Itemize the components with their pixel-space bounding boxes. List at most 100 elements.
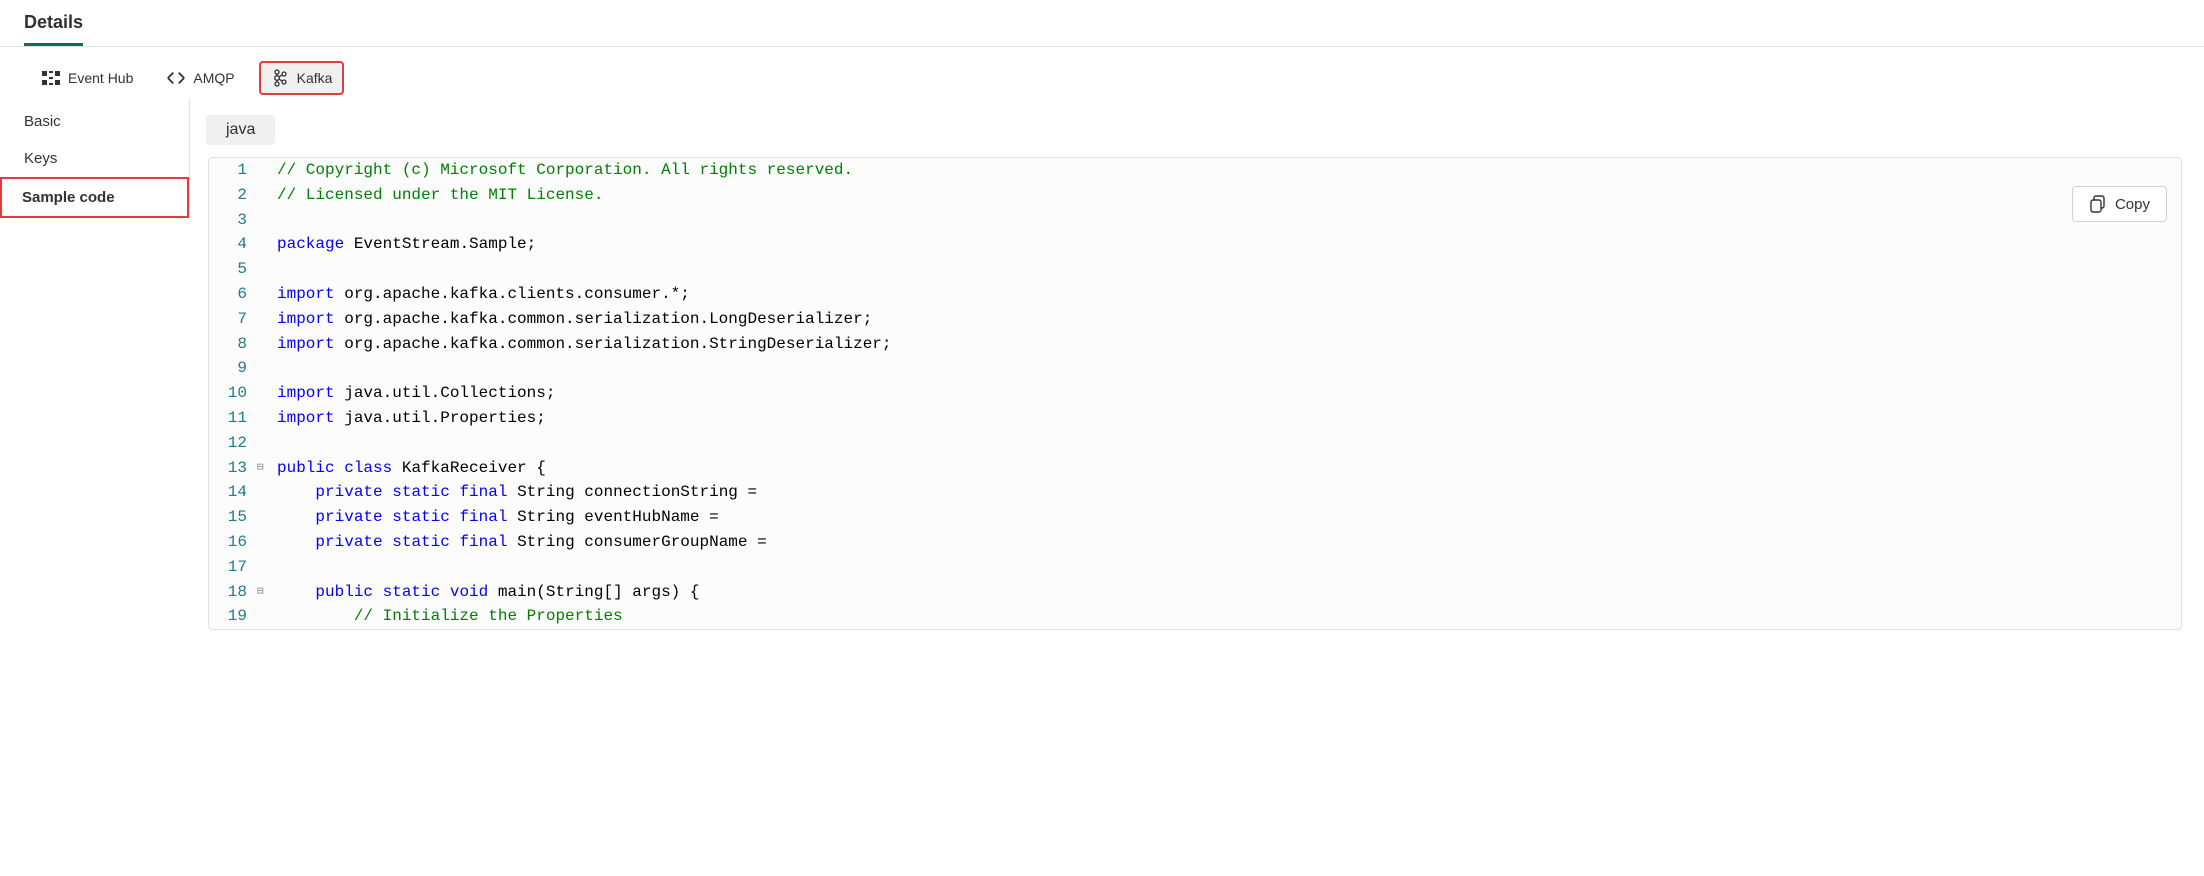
code-line: 4 package EventStream.Sample; <box>209 232 2181 257</box>
language-badge[interactable]: java <box>206 115 275 145</box>
line-number: 15 <box>209 505 257 530</box>
line-number: 3 <box>209 208 257 233</box>
protocol-label: AMQP <box>193 70 234 86</box>
code-line: 2 // Licensed under the MIT License. <box>209 183 2181 208</box>
line-number: 19 <box>209 604 257 629</box>
code-content[interactable]: import org.apache.kafka.common.serializa… <box>275 332 2181 357</box>
sidebar-item-label: Basic <box>24 113 61 130</box>
code-line: 7import org.apache.kafka.common.serializ… <box>209 307 2181 332</box>
code-line: 12 <box>209 431 2181 456</box>
line-number: 2 <box>209 183 257 208</box>
protocol-tab-amqp[interactable]: AMQP <box>157 63 244 93</box>
protocol-tab-eventhub[interactable]: Event Hub <box>32 63 143 93</box>
left-column: Basic Keys Sample code <box>0 47 190 630</box>
sidebar-item-label: Sample code <box>22 189 115 206</box>
code-line: 11 import java.util.Properties; <box>209 406 2181 431</box>
fold-toggle <box>257 604 275 629</box>
code-line: 16 private static final String consumerG… <box>209 530 2181 555</box>
code-content[interactable]: import java.util.Properties; <box>275 406 2181 431</box>
fold-toggle <box>257 505 275 530</box>
line-number: 9 <box>209 356 257 381</box>
code-line: 14 private static final String connectio… <box>209 480 2181 505</box>
code-content[interactable]: public class KafkaReceiver { <box>275 456 2181 481</box>
sidebar-item-label: Keys <box>24 150 57 167</box>
kafka-icon <box>271 69 289 87</box>
code-line: 13⊟public class KafkaReceiver { <box>209 456 2181 481</box>
code-content[interactable]: import java.util.Collections; <box>275 381 2181 406</box>
fold-toggle <box>257 480 275 505</box>
code-line: 18⊟ public static void main(String[] arg… <box>209 580 2181 605</box>
code-content[interactable] <box>275 431 2181 456</box>
code-line: 17 <box>209 555 2181 580</box>
line-number: 6 <box>209 282 257 307</box>
line-number: 13 <box>209 456 257 481</box>
line-number: 11 <box>209 406 257 431</box>
fold-toggle <box>257 356 275 381</box>
code-content[interactable]: // Initialize the Properties <box>275 604 2181 629</box>
protocol-label: Kafka <box>297 70 333 86</box>
code-line: 8 import org.apache.kafka.common.serializ… <box>209 332 2181 357</box>
code-content[interactable]: private static final String connectionSt… <box>275 480 2181 505</box>
fold-toggle <box>257 282 275 307</box>
code-content[interactable]: public static void main(String[] args) { <box>275 580 2181 605</box>
page-header: Details <box>0 0 2204 47</box>
code-line: 10 import java.util.Collections; <box>209 381 2181 406</box>
code-content[interactable] <box>275 208 2181 233</box>
line-number: 8 <box>209 332 257 357</box>
eventhub-icon <box>42 69 60 87</box>
fold-toggle <box>257 332 275 357</box>
code-line: 15 private static final String eventHubN… <box>209 505 2181 530</box>
code-content[interactable]: package EventStream.Sample; <box>275 232 2181 257</box>
content-area: Basic Keys Sample code Event Hub <box>0 47 2204 630</box>
line-number: 12 <box>209 431 257 456</box>
code-content[interactable] <box>275 257 2181 282</box>
fold-toggle <box>257 555 275 580</box>
code-editor: Copy 1 // Copyright (c) Microsoft Corpora… <box>208 157 2182 630</box>
fold-toggle <box>257 307 275 332</box>
fold-toggle <box>257 257 275 282</box>
amqp-icon <box>167 69 185 87</box>
fold-toggle <box>257 381 275 406</box>
protocol-tab-kafka[interactable]: Kafka <box>259 61 345 95</box>
copy-button-label: Copy <box>2115 196 2150 213</box>
code-line: 3 <box>209 208 2181 233</box>
fold-toggle[interactable]: ⊟ <box>257 456 275 481</box>
fold-toggle <box>257 232 275 257</box>
fold-toggle <box>257 183 275 208</box>
line-number: 10 <box>209 381 257 406</box>
line-number: 16 <box>209 530 257 555</box>
code-content[interactable]: import org.apache.kafka.clients.consumer… <box>275 282 2181 307</box>
code-line: 6 import org.apache.kafka.clients.consume… <box>209 282 2181 307</box>
code-line: 19 // Initialize the Properties <box>209 604 2181 629</box>
fold-toggle <box>257 208 275 233</box>
code-content[interactable] <box>275 555 2181 580</box>
line-number: 5 <box>209 257 257 282</box>
sidebar-item-basic[interactable]: Basic <box>24 103 189 140</box>
line-number: 4 <box>209 232 257 257</box>
code-line: 1 // Copyright (c) Microsoft Corporation.… <box>209 158 2181 183</box>
code-content[interactable]: import org.apache.kafka.common.serializa… <box>275 307 2181 332</box>
fold-toggle <box>257 530 275 555</box>
fold-toggle <box>257 158 275 183</box>
code-content[interactable]: // Copyright (c) Microsoft Corporation. … <box>275 158 2181 183</box>
language-row: java <box>208 101 2204 157</box>
fold-toggle <box>257 406 275 431</box>
copy-button[interactable]: Copy <box>2072 186 2167 222</box>
main-column: Event Hub AMQP Kafka java <box>190 47 2204 630</box>
code-content[interactable]: private static final String consumerGrou… <box>275 530 2181 555</box>
code-content[interactable]: private static final String eventHubName… <box>275 505 2181 530</box>
code-line: 9 <box>209 356 2181 381</box>
line-number: 1 <box>209 158 257 183</box>
sidebar-item-sample-code[interactable]: Sample code <box>0 177 189 218</box>
code-content[interactable]: // Licensed under the MIT License. <box>275 183 2181 208</box>
fold-toggle <box>257 431 275 456</box>
code-content[interactable] <box>275 356 2181 381</box>
line-number: 17 <box>209 555 257 580</box>
fold-toggle[interactable]: ⊟ <box>257 580 275 605</box>
header-tab-details[interactable]: Details <box>24 12 83 46</box>
code-line: 5 <box>209 257 2181 282</box>
code-lines: 1 // Copyright (c) Microsoft Corporation.… <box>209 158 2181 629</box>
copy-icon <box>2089 195 2107 213</box>
line-number: 14 <box>209 480 257 505</box>
sidebar-item-keys[interactable]: Keys <box>24 140 189 177</box>
